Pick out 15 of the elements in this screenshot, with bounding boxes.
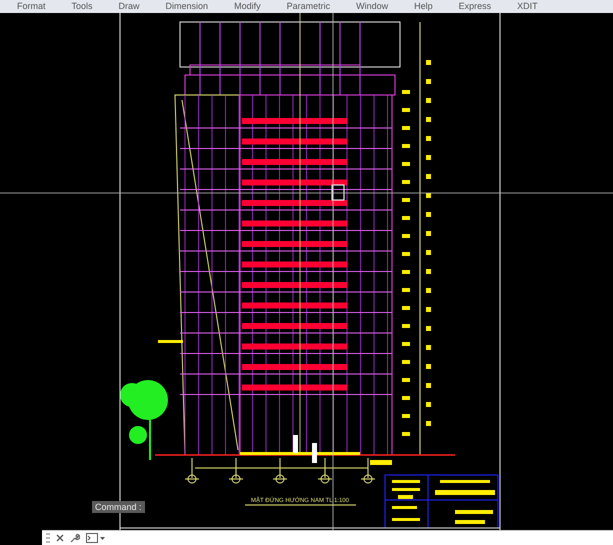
menu-item[interactable]: Parametric	[274, 0, 344, 13]
menu-item[interactable]: XDIT	[504, 0, 551, 13]
menu-item[interactable]: Express	[446, 0, 504, 13]
menu-item[interactable]: Draw	[106, 0, 153, 13]
wrench-icon[interactable]	[70, 533, 80, 543]
close-icon[interactable]	[56, 534, 64, 542]
drag-handle-icon[interactable]	[46, 533, 50, 543]
menu-item[interactable]: Help	[401, 0, 446, 13]
menu-item[interactable]: Dimension	[152, 0, 222, 13]
menu-item[interactable]: Window	[343, 0, 402, 13]
menu-item[interactable]: Tools	[58, 0, 106, 13]
menu-item[interactable]: Modify	[221, 0, 274, 13]
terminal-dropdown-icon[interactable]	[86, 533, 106, 543]
command-prompt-label: Command :	[92, 501, 145, 513]
menu-item[interactable]: Format	[4, 0, 59, 13]
